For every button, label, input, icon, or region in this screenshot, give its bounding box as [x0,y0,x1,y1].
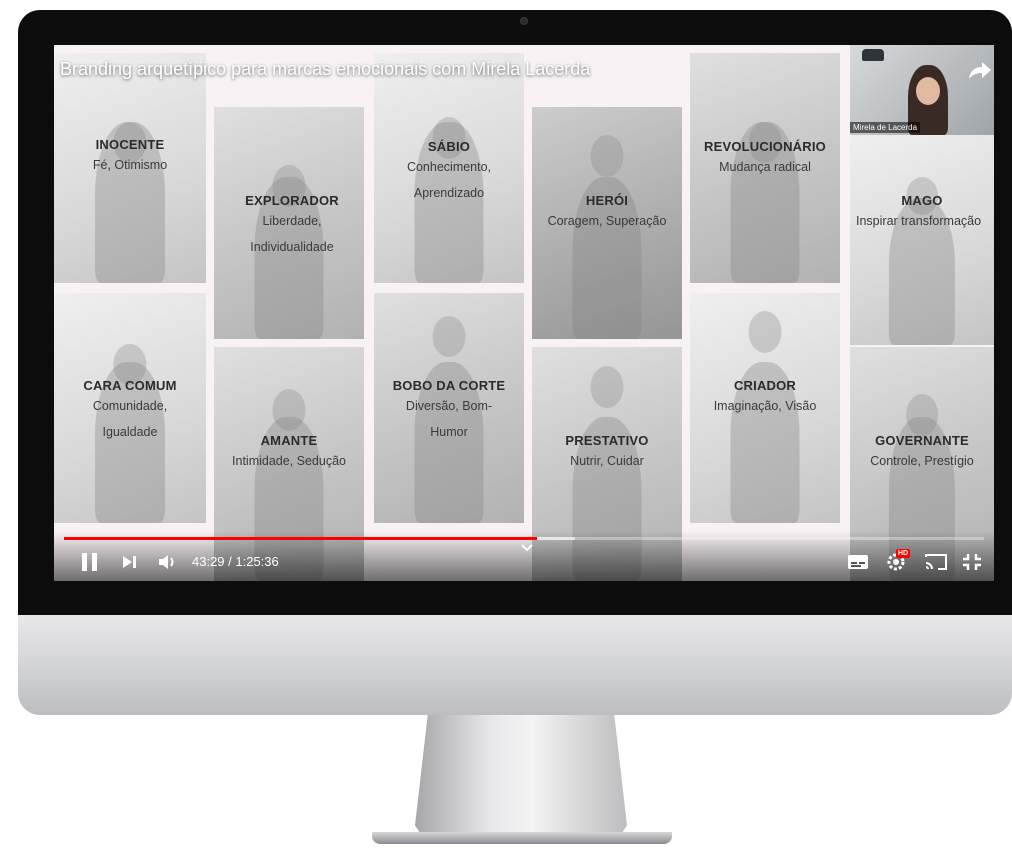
archetype-subtitle: Nutrir, Cuidar [570,454,644,468]
player-controls: 43:29 / 1:25:36 HD [54,531,994,581]
subtitles-icon[interactable] [846,551,870,573]
archetype-title: SÁBIO [427,139,471,154]
archetype-subtitle: Conhecimento, Aprendizado [406,160,492,200]
time-display: 43:29 / 1:25:36 [192,554,279,569]
cast-icon[interactable] [924,551,948,573]
archetype-subtitle: Comunidade, Igualdade [92,399,168,439]
archetype-title: HERÓI [585,193,629,208]
webcam-name-tag: Mirela de Lacerda [850,122,921,133]
label-prestativo: PRESTATIVO Nutrir, Cuidar [532,433,682,474]
archetype-title: REVOLUCIONÁRIO [704,139,826,154]
progress-bar[interactable] [64,537,984,540]
archetype-subtitle: Inspirar transformação [856,214,982,228]
archetype-subtitle: Fé, Otimismo [92,158,168,172]
tile-mago [850,135,994,345]
volume-icon[interactable] [156,551,180,573]
video-title[interactable]: Branding arquetípico para marcas emocion… [60,59,590,80]
label-sabio: SÁBIO Conhecimento, Aprendizado [384,139,514,206]
archetype-title: AMANTE [260,433,318,448]
label-criador: CRIADOR Imaginação, Visão [690,378,840,419]
chevron-down-icon[interactable] [520,543,534,553]
archetype-subtitle: Diversão, Bom-Humor [405,399,493,439]
progress-played [64,537,537,540]
pause-icon[interactable] [78,551,102,573]
video-player[interactable]: INOCENTE Fé, Otimismo EXPLORADOR Liberda… [54,45,994,581]
monitor-stand [415,715,627,835]
archetype-subtitle: Mudança radical [719,160,811,174]
archetype-subtitle: Controle, Prestígio [870,454,974,468]
archetype-title: GOVERNANTE [875,433,969,448]
archetype-subtitle: Intimidade, Sedução [232,454,346,468]
archetype-title: MAGO [901,193,943,208]
label-amante: AMANTE Intimidade, Sedução [214,433,364,474]
next-icon[interactable] [118,551,142,573]
camera-dot [520,17,528,25]
label-bobo-da-corte: BOBO DA CORTE Diversão, Bom-Humor [384,378,514,445]
lamp-shape [862,49,884,61]
label-inocente: INOCENTE Fé, Otimismo [54,137,206,178]
label-revolucionario: REVOLUCIONÁRIO Mudança radical [690,139,840,180]
archetype-title: INOCENTE [95,137,165,152]
monitor-foot [372,832,672,844]
archetype-title: PRESTATIVO [565,433,649,448]
share-icon[interactable] [968,59,992,81]
hd-badge: HD [896,549,911,558]
archetype-subtitle: Liberdade, Individualidade [250,214,334,254]
label-explorador: EXPLORADOR Liberdade, Individualidade [222,193,362,260]
archetype-title: CARA COMUM [83,378,177,393]
monitor-chin [18,615,1012,715]
exit-fullscreen-icon[interactable] [960,551,984,573]
archetype-subtitle: Coragem, Superação [547,214,667,228]
presenter-face [916,77,940,105]
archetype-title: EXPLORADOR [245,193,339,208]
archetype-title: CRIADOR [733,378,797,393]
archetype-title: BOBO DA CORTE [392,378,506,393]
label-cara-comum: CARA COMUM Comunidade, Igualdade [54,378,206,445]
label-mago: MAGO Inspirar transformação [850,193,994,234]
label-heroi: HERÓI Coragem, Superação [532,193,682,234]
archetype-subtitle: Imaginação, Visão [713,399,817,413]
label-governante: GOVERNANTE Controle, Prestígio [850,433,994,474]
settings-button[interactable]: HD [884,549,914,575]
